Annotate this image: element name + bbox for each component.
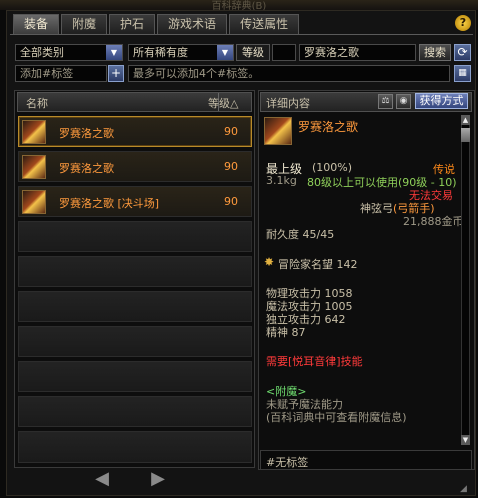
adventurer-fame: 冒险家名望 142 [278, 258, 358, 271]
keyboard-icon[interactable]: ▦ [454, 65, 471, 82]
tab-game-terms[interactable]: 游戏术语 [157, 14, 228, 34]
item-level: 90 [224, 195, 238, 208]
list-item[interactable]: 罗赛洛之歌 90 [18, 151, 252, 182]
category-value: 全部类别 [20, 46, 64, 59]
add-tag-button[interactable]: + [108, 65, 124, 82]
item-level: 90 [224, 125, 238, 138]
obtain-method-button[interactable]: 获得方式 [415, 93, 468, 109]
empty-row [18, 221, 252, 252]
rarity-select[interactable]: 所有稀有度 ▼ [128, 44, 234, 61]
column-level[interactable]: 等级△ [208, 95, 238, 111]
bow-icon [22, 190, 46, 214]
tag-hint: 最多可以添加4个#标签。 [128, 65, 450, 82]
empty-row [18, 431, 252, 463]
scroll-down-icon[interactable]: ▼ [461, 435, 470, 445]
empty-row [18, 291, 252, 322]
level-input[interactable] [272, 44, 296, 61]
bow-icon [22, 155, 46, 179]
item-name: 罗赛洛之歌 [决斗场] [59, 197, 160, 210]
enchant-hint: (百科词典中可查看附魔信息) [266, 411, 407, 424]
stat-spirit: 精神 87 [266, 326, 306, 339]
empty-row [18, 256, 252, 287]
chevron-down-icon: ▼ [106, 45, 122, 60]
durability: 耐久度 45/45 [266, 228, 335, 241]
compare-icon[interactable]: ⚖ [378, 94, 393, 109]
item-name: 罗赛洛之歌 [59, 162, 114, 175]
item-name: 罗赛洛之歌 [59, 127, 114, 140]
next-page-button[interactable]: ▶ [150, 470, 166, 488]
item-weight: 3.1kg [266, 174, 297, 187]
scrollbar-thumb[interactable] [461, 128, 470, 142]
rarity-value: 所有稀有度 [133, 46, 188, 59]
list-item[interactable]: 罗赛洛之歌 [决斗场] 90 [18, 186, 252, 217]
tab-bar: 装备 附魔 护石 游戏术语 传送属性 [13, 14, 300, 34]
tab-divider [10, 34, 473, 35]
item-tag-box: #无标签 [260, 450, 472, 470]
window-title-bar: 百科辞典(B) [0, 0, 478, 12]
search-button[interactable]: 搜索 [419, 44, 451, 61]
empty-row [18, 326, 252, 357]
empty-row [18, 361, 252, 392]
tab-equipment[interactable]: 装备 [13, 14, 60, 34]
scroll-up-icon[interactable]: ▲ [461, 115, 470, 125]
detail-scrollbar[interactable] [461, 115, 470, 445]
grade-percent: (100%) [312, 161, 353, 174]
tab-teleport-attributes[interactable]: 传送属性 [229, 14, 300, 34]
refresh-icon[interactable]: ⟳ [454, 44, 471, 61]
list-item[interactable]: 罗赛洛之歌 90 [18, 116, 252, 147]
help-icon[interactable]: ? [455, 15, 471, 31]
weapon-type: 神弦弓 [360, 202, 393, 215]
tab-enchant[interactable]: 附魔 [61, 14, 108, 34]
item-tag: #无标签 [266, 456, 309, 469]
item-icon [264, 117, 292, 145]
eye-icon[interactable]: ◉ [396, 94, 411, 109]
chevron-down-icon: ▼ [217, 45, 233, 60]
bow-icon [22, 120, 46, 144]
level-label: 等级 [236, 44, 270, 61]
tag-input[interactable]: 添加#标签 [15, 65, 107, 82]
category-select[interactable]: 全部类别 ▼ [15, 44, 123, 61]
tab-talisman[interactable]: 护石 [109, 14, 156, 34]
prev-page-button[interactable]: ◀ [94, 470, 110, 488]
empty-row [18, 396, 252, 427]
item-price: 21,888金币 [403, 215, 464, 228]
item-title: 罗赛洛之歌 [298, 120, 359, 134]
list-header: 名称 等级△ [17, 92, 252, 112]
search-input[interactable]: 罗赛洛之歌 [299, 44, 416, 61]
item-level: 90 [224, 160, 238, 173]
skill-requirement: 需要[悦耳音律]技能 [266, 355, 363, 368]
column-name[interactable]: 名称 [26, 95, 48, 111]
detail-title: 详细内容 [266, 97, 310, 110]
resize-handle-icon[interactable]: ◢ [460, 484, 474, 496]
adventurer-icon: ✸ [264, 255, 275, 269]
